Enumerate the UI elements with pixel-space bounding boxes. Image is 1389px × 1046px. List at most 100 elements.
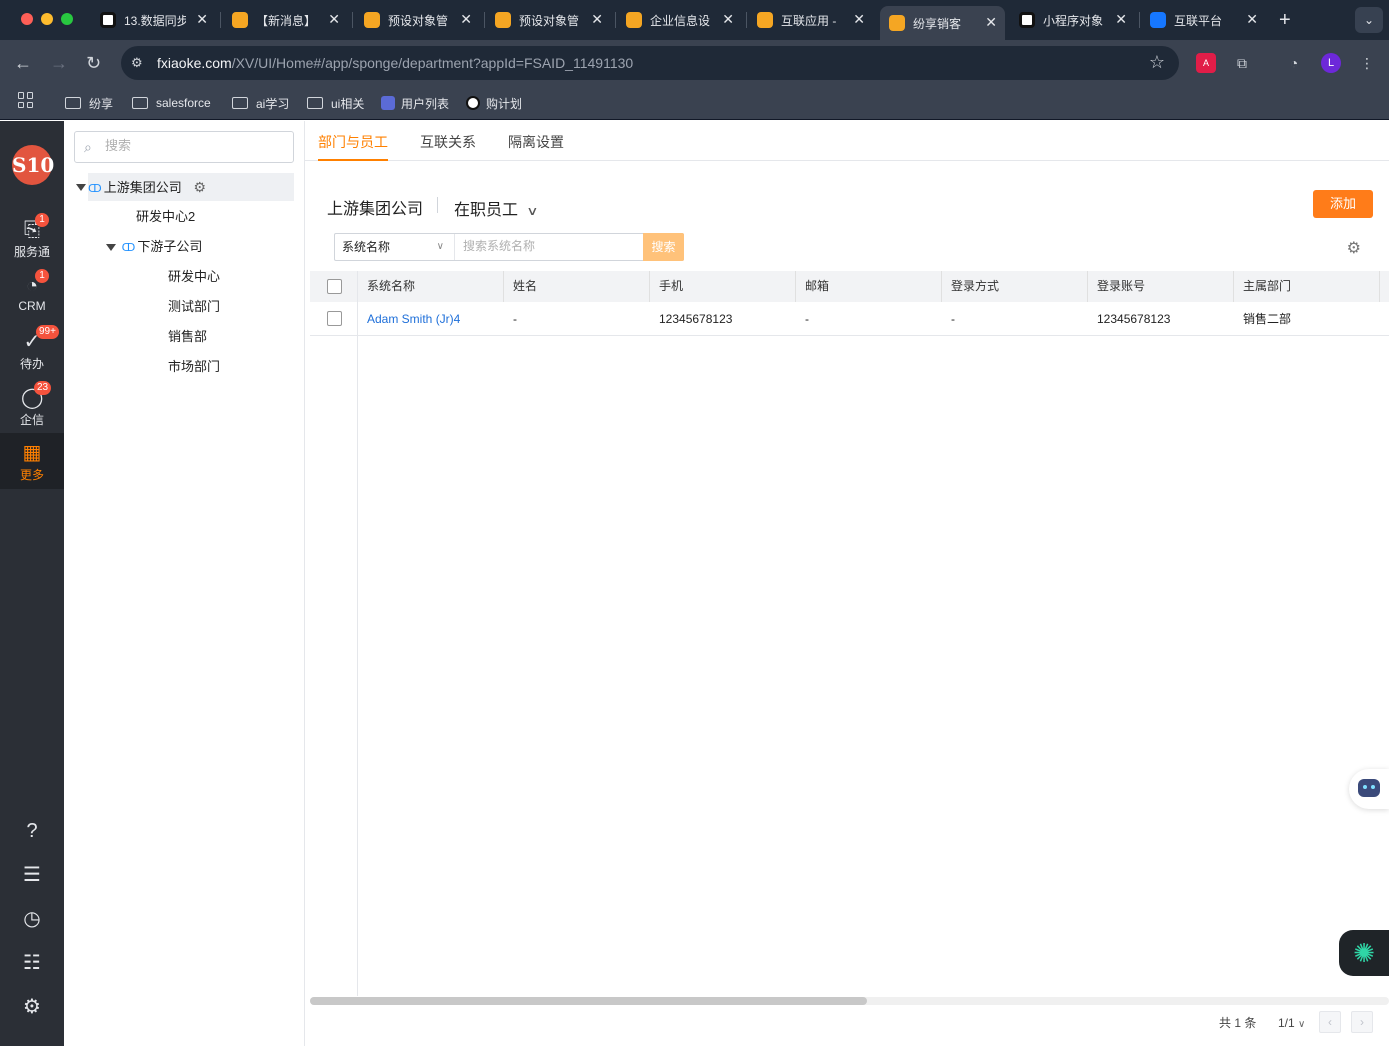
add-button[interactable]: 添加 <box>1313 190 1373 218</box>
rail-item-more[interactable]: ▦ 更多 <box>0 433 64 489</box>
browser-tab[interactable]: 小程序对象 ✕ <box>1019 6 1135 34</box>
site-settings-icon[interactable]: ⚙ <box>131 55 147 71</box>
back-arrow-icon[interactable]: ← <box>14 53 32 74</box>
bookmark-folder[interactable]: 纷享 <box>65 93 113 113</box>
node-settings-icon[interactable]: ⚙ <box>193 173 206 201</box>
rail-item-crm[interactable]: ◔ CRM 1 <box>0 269 64 325</box>
browser-tab[interactable]: 【新消息】 ✕ <box>232 6 348 34</box>
bookmark-folder[interactable]: salesforce <box>132 93 211 113</box>
rail-item-label: 待办 <box>19 357 44 371</box>
rail-item-todo[interactable]: ✓ 待办 99+ <box>0 325 64 381</box>
tree-search-input[interactable] <box>105 138 285 153</box>
tab-search-chevron-icon[interactable]: ⌄ <box>1355 7 1383 33</box>
prev-page-button[interactable]: ‹ <box>1319 1011 1341 1033</box>
rail-item-chat[interactable]: ◯ 企信 23 <box>0 381 64 437</box>
table-cell: - <box>513 312 517 326</box>
user-list-icon <box>381 96 395 110</box>
search-input[interactable] <box>463 239 633 253</box>
browser-menu-icon[interactable]: ⋮ <box>1357 53 1377 73</box>
tab-divider <box>615 12 616 28</box>
row-checkbox[interactable] <box>327 311 342 326</box>
rail-item-service[interactable]: ⎘ 服务通 1 <box>0 213 64 269</box>
close-icon[interactable]: ✕ <box>591 11 603 28</box>
browser-tab[interactable]: 互联应用 - ✕ <box>757 6 873 34</box>
column-header[interactable]: 主属部门 <box>1234 271 1380 302</box>
extensions-puzzle-icon[interactable]: ⧉ <box>1232 53 1252 73</box>
close-icon[interactable]: ✕ <box>722 11 734 28</box>
tab-interconnect-relations[interactable]: 互联关系 <box>420 132 476 161</box>
column-header[interactable]: 姓名 <box>504 271 650 302</box>
column-header[interactable]: 登录方式 <box>942 271 1088 302</box>
ai-assistant-button[interactable]: ✺ <box>1339 930 1389 976</box>
close-icon[interactable]: ✕ <box>196 11 208 28</box>
column-header[interactable]: 邮箱 <box>796 271 942 302</box>
close-icon[interactable]: ✕ <box>985 14 997 31</box>
bookmark-star-icon[interactable]: ☆ <box>1149 52 1165 73</box>
bookmark-folder[interactable]: ai学习 <box>232 93 289 113</box>
minimize-window-button[interactable] <box>41 13 53 25</box>
bookmark-link[interactable]: 用户列表 <box>381 93 449 113</box>
tree-node[interactable]: 市场部门 <box>168 353 220 381</box>
performance-icon[interactable]: ◔ <box>1284 53 1304 73</box>
clock-icon[interactable]: ◷ <box>20 907 44 931</box>
bookmark-link[interactable]: 购计划 <box>466 93 522 113</box>
tree-node[interactable]: 研发中心2 <box>136 203 195 231</box>
collapse-caret-icon[interactable] <box>76 184 86 191</box>
tree-search-box[interactable]: ⌕ <box>74 131 294 163</box>
page-indicator[interactable]: 1/1 ∨ <box>1278 1011 1305 1035</box>
new-tab-plus-icon[interactable]: + <box>1279 9 1291 32</box>
company-logo[interactable]: S10 <box>12 145 54 185</box>
browser-tab[interactable]: 13.数据同步 ✕ <box>100 6 216 34</box>
close-icon[interactable]: ✕ <box>328 11 340 28</box>
table-row[interactable]: Adam Smith (Jr)4 - 12345678123 - - 12345… <box>310 302 1389 336</box>
close-icon[interactable]: ✕ <box>1246 11 1258 28</box>
close-icon[interactable]: ✕ <box>1115 11 1127 28</box>
notes-icon[interactable]: ☰ <box>20 863 44 887</box>
close-window-button[interactable] <box>21 13 33 25</box>
translate-extension-icon[interactable]: A <box>1196 53 1216 73</box>
tree-node[interactable]: 销售部 <box>168 323 207 351</box>
select-all-checkbox[interactable] <box>327 279 342 294</box>
browser-tab[interactable]: 预设对象管 ✕ <box>495 6 611 34</box>
column-header[interactable]: 系统名称 <box>358 271 504 302</box>
tree-node-label: 研发中心2 <box>136 209 196 224</box>
maximize-window-button[interactable] <box>61 13 73 25</box>
tab-departments-employees[interactable]: 部门与员工 <box>318 132 388 161</box>
next-page-button[interactable]: › <box>1351 1011 1373 1033</box>
browser-tab[interactable]: 互联平台 ✕ <box>1150 6 1266 34</box>
tree-node-root[interactable]: ↀ 上游集团公司 ⚙ <box>76 173 294 201</box>
qq-penguin-icon <box>466 96 480 110</box>
column-header[interactable]: 登录账号 <box>1088 271 1234 302</box>
close-icon[interactable]: ✕ <box>853 11 865 28</box>
apps-grid-icon[interactable] <box>18 92 34 108</box>
address-bar[interactable]: ⚙ fxiaoke.com/XV/UI/Home#/app/sponge/dep… <box>121 46 1179 80</box>
fxiaoke-icon <box>626 12 642 28</box>
tree-node[interactable]: ↀ 下游子公司 <box>106 233 202 261</box>
tree-node[interactable]: 测试部门 <box>168 293 220 321</box>
tree-node-label: 下游子公司 <box>137 239 203 254</box>
search-field-select[interactable]: 系统名称 ∨ <box>335 234 455 260</box>
user-list-icon[interactable]: ☷ <box>20 951 44 975</box>
browser-tab[interactable]: 预设对象管 ✕ <box>364 6 480 34</box>
browser-tab-active[interactable]: 纷享销客 ✕ <box>880 6 1005 40</box>
employee-status-dropdown[interactable]: 在职员工 ∨ <box>454 196 539 220</box>
help-icon[interactable]: ? <box>20 819 44 843</box>
forward-arrow-icon[interactable]: → <box>50 53 68 74</box>
settings-gear-icon[interactable]: ⚙ <box>20 995 44 1019</box>
assistant-robot-button[interactable] <box>1349 769 1389 809</box>
reload-icon[interactable]: ↻ <box>86 53 101 74</box>
horizontal-scrollbar[interactable] <box>310 997 1389 1005</box>
employee-name-link[interactable]: Adam Smith (Jr)4 <box>358 302 460 336</box>
tab-divider <box>352 12 353 28</box>
tab-isolation-settings[interactable]: 隔离设置 <box>508 132 564 161</box>
column-settings-gear-icon[interactable]: ⚙ <box>1347 238 1361 258</box>
browser-tab[interactable]: 企业信息设 ✕ <box>626 6 742 34</box>
search-button[interactable]: 搜索 <box>643 233 684 261</box>
tree-node[interactable]: 研发中心 <box>168 263 220 291</box>
scrollbar-thumb[interactable] <box>310 997 867 1005</box>
bookmark-folder[interactable]: ui相关 <box>307 93 364 113</box>
collapse-caret-icon[interactable] <box>106 244 116 252</box>
column-header[interactable]: 手机 <box>650 271 796 302</box>
close-icon[interactable]: ✕ <box>460 11 472 28</box>
profile-avatar[interactable]: L <box>1321 53 1341 73</box>
